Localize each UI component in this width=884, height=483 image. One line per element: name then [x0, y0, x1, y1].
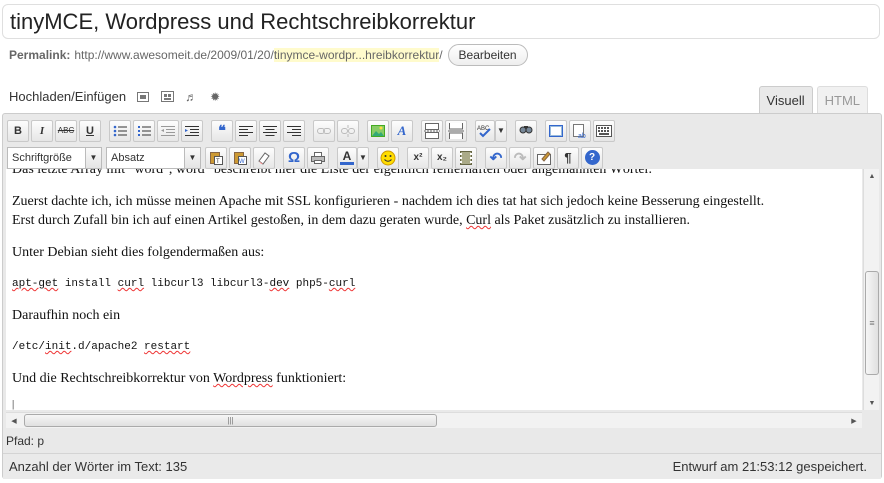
content-code: apt-get install curl libcurl3 libcurl3-d… [12, 278, 356, 290]
emoticon-icon[interactable] [377, 146, 399, 169]
media-embed-icon[interactable] [455, 146, 477, 169]
element-path: Pfad: p [6, 434, 44, 448]
help-icon[interactable]: ? [581, 146, 603, 169]
undo-button[interactable]: ↶ [485, 146, 507, 169]
bullet-list-icon[interactable] [109, 119, 131, 142]
strikethrough-button[interactable]: ABC [55, 119, 77, 142]
format-select[interactable]: Absatz ▼ [106, 146, 201, 169]
spellcheck-language-dropdown[interactable]: ▼ [495, 119, 507, 142]
align-center-icon[interactable] [259, 119, 281, 142]
post-title-input[interactable]: tinyMCE, Wordpress und Rechtschreibkorre… [2, 4, 880, 39]
svg-text:T: T [216, 159, 220, 165]
horizontal-scroll-thumb[interactable]: ||| [24, 414, 437, 427]
media-buttons: Hochladen/Einfügen ♬ ✹ [9, 89, 222, 104]
redo-button[interactable]: ↷ [509, 146, 531, 169]
editor-statusbar: Anzahl der Wörter im Text: 135 Entwurf a… [3, 453, 881, 479]
insert-template-icon[interactable] [533, 146, 555, 169]
paste-word-alt-icon[interactable]: ab [569, 119, 591, 142]
italic-button[interactable]: I [31, 119, 53, 142]
text-color-dropdown[interactable]: ▼ [357, 146, 369, 169]
content-paragraph: Und die Rechtschreibkorrektur von Wordpr… [12, 371, 347, 386]
editor-toolbar: B I ABC U ❝ A ABC ▼ ab Schriftgröße ▼ Ab… [7, 117, 877, 171]
fullscreen-icon[interactable] [545, 119, 567, 142]
link-icon[interactable] [313, 119, 335, 142]
search-replace-icon[interactable] [515, 119, 537, 142]
chevron-down-icon: ▼ [85, 147, 101, 168]
add-image-icon[interactable] [136, 91, 150, 103]
tab-visual[interactable]: Visuell [758, 86, 813, 113]
content-paragraph: Daraufhin noch ein [12, 308, 121, 323]
font-size-value: Schriftgröße [12, 151, 72, 164]
draft-saved-status: Entwurf am 21:53:12 gespeichert. [672, 459, 867, 474]
tinymce-editor: B I ABC U ❝ A ABC ▼ ab Schriftgröße ▼ Ab… [2, 113, 882, 479]
add-media-icon[interactable]: ✹ [208, 90, 222, 104]
text-color-label: A [342, 149, 352, 163]
content-paragraph: Zuerst dachte ich, ich müsse meinen Apac… [12, 194, 765, 228]
editor-content[interactable]: Das letzte Array mit "word", word" besch… [6, 169, 862, 410]
page-break-icon[interactable] [445, 119, 467, 142]
print-icon[interactable] [307, 146, 329, 169]
toolbar-row-1: B I ABC U ❝ A ABC ▼ ab [7, 117, 877, 144]
vertical-scroll-thumb[interactable]: ≡ [865, 271, 879, 375]
help-label: ? [584, 150, 600, 165]
kitchen-sink-icon[interactable] [593, 119, 615, 142]
content-paragraph: Unter Debian sieht dies folgendermaßen a… [12, 245, 265, 260]
content-line-partial: Das letzte Array mit "word", word" besch… [12, 169, 653, 177]
edit-permalink-button[interactable]: Bearbeiten [447, 44, 528, 66]
scroll-right-icon[interactable]: ▶ [847, 414, 861, 428]
numbered-list-icon[interactable] [133, 119, 155, 142]
tab-html[interactable]: HTML [816, 86, 868, 113]
spellcheck-icon[interactable]: ABC [475, 119, 495, 142]
permalink-bar: Permalink: http://www.awesomeit.de/2009/… [9, 44, 528, 66]
svg-text:W: W [239, 159, 245, 165]
content-code: /etc/init.d/apache2 restart [12, 341, 191, 353]
scroll-up-icon[interactable]: ▲ [864, 169, 880, 183]
special-character-button[interactable]: Ω [283, 146, 305, 169]
blockquote-button[interactable]: ❝ [211, 119, 233, 142]
chevron-down-icon: ▼ [184, 147, 200, 168]
scroll-left-icon[interactable]: ◀ [7, 414, 21, 428]
superscript-button[interactable]: x² [407, 146, 429, 169]
permalink-slug[interactable]: tinymce-wordpr...hreibkorrektur [273, 48, 440, 62]
remove-format-icon[interactable] [253, 146, 275, 169]
more-tag-icon[interactable] [421, 119, 443, 142]
subscript-button[interactable]: x₂ [431, 146, 453, 169]
unlink-icon[interactable] [337, 119, 359, 142]
styles-icon[interactable]: A [391, 119, 413, 142]
add-video-icon[interactable] [160, 91, 174, 103]
horizontal-scrollbar[interactable]: ◀ ||| ▶ [6, 412, 862, 428]
vertical-scrollbar[interactable]: ▲ ≡ ▼ [863, 169, 879, 410]
paste-text-icon[interactable]: T [205, 146, 227, 169]
path-label: Pfad: [6, 434, 35, 448]
add-audio-icon[interactable]: ♬ [184, 90, 198, 104]
show-blocks-button[interactable]: ¶ [557, 146, 579, 169]
indent-icon[interactable] [181, 119, 203, 142]
paste-word-icon[interactable]: W [229, 146, 251, 169]
scroll-down-icon[interactable]: ▼ [864, 396, 880, 410]
format-value: Absatz [111, 151, 145, 164]
editor-tabs: Visuell HTML [758, 86, 868, 113]
insert-image-icon[interactable] [367, 119, 389, 142]
svg-text:ab: ab [578, 133, 586, 139]
bold-button[interactable]: B [7, 119, 29, 142]
underline-button[interactable]: U [79, 119, 101, 142]
text-color-button[interactable]: A [337, 146, 357, 169]
upload-label: Hochladen/Einfügen [9, 89, 127, 104]
align-left-icon[interactable] [235, 119, 257, 142]
outdent-icon[interactable] [157, 119, 179, 142]
word-count: Anzahl der Wörter im Text: 135 [9, 459, 188, 474]
toolbar-row-2: Schriftgröße ▼ Absatz ▼ T W Ω A ▼ x² x₂ … [7, 144, 877, 171]
text-cursor: | [12, 398, 15, 410]
permalink-trailing: / [439, 48, 443, 62]
permalink-label: Permalink: [9, 48, 71, 62]
permalink-base: http://www.awesomeit.de/2009/01/20/ [74, 48, 274, 62]
align-right-icon[interactable] [283, 119, 305, 142]
path-value[interactable]: p [37, 434, 44, 448]
font-size-select[interactable]: Schriftgröße ▼ [7, 146, 102, 169]
